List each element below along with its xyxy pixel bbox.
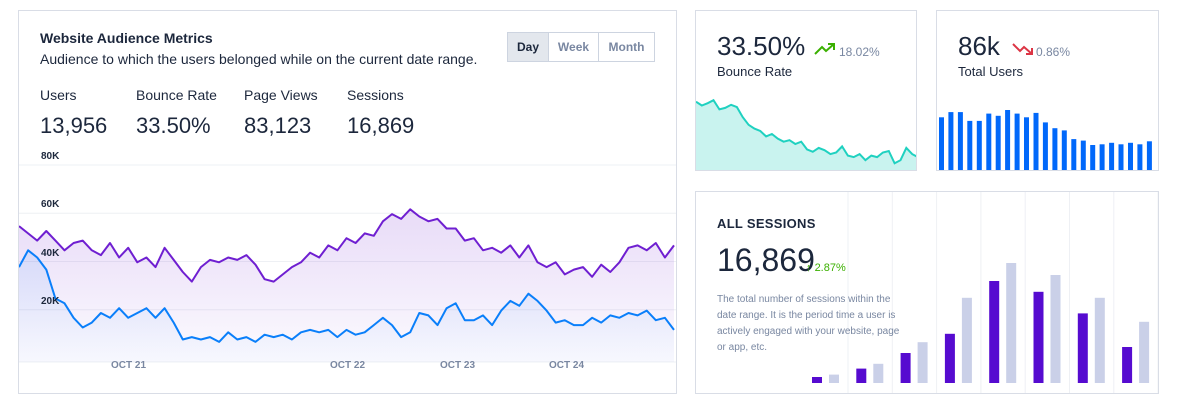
users-bar bbox=[1071, 139, 1077, 170]
audience-chart bbox=[19, 164, 676, 363]
sparkline-area bbox=[696, 100, 916, 170]
period-selector: Day Week Month bbox=[507, 32, 655, 62]
metric-value: 13,956 bbox=[40, 113, 108, 138]
y-tick-label: 60K bbox=[41, 199, 60, 210]
metric-label: Page Views bbox=[244, 87, 318, 103]
metric-label: Bounce Rate bbox=[136, 87, 217, 103]
sessions-bar bbox=[856, 368, 867, 383]
users-bar bbox=[1042, 122, 1048, 170]
y-tick-label: 20K bbox=[41, 296, 60, 307]
sessions-bar bbox=[1077, 313, 1088, 383]
total-users-sparkline bbox=[939, 110, 1152, 170]
sessions-bar bbox=[1006, 263, 1017, 383]
trend-up-icon bbox=[814, 43, 835, 55]
sessions-bar bbox=[1122, 347, 1133, 383]
sessions-bar bbox=[812, 377, 822, 383]
users-bar bbox=[1146, 141, 1152, 170]
users-bar bbox=[1118, 144, 1124, 170]
users-bar bbox=[995, 115, 1001, 170]
kpi-label: Total Users bbox=[958, 64, 1024, 79]
trend-down-icon bbox=[1012, 43, 1033, 55]
sessions-bar bbox=[873, 363, 884, 383]
x-tick-label: OCT 23 bbox=[440, 360, 476, 371]
users-bar bbox=[1099, 144, 1105, 170]
users-bar bbox=[1052, 128, 1058, 170]
users-bar bbox=[1014, 113, 1020, 170]
all-sessions-card: ALL SESSIONS 16,869 ↑ 2.87% The total nu… bbox=[695, 191, 1159, 394]
kpi-value: 86k bbox=[958, 31, 1000, 61]
sessions-bar bbox=[1050, 275, 1061, 383]
period-day-button[interactable]: Day bbox=[508, 33, 548, 61]
sessions-bar bbox=[1094, 297, 1105, 383]
metric-value: 83,123 bbox=[244, 113, 312, 138]
users-bar bbox=[1080, 140, 1086, 170]
users-bar bbox=[1128, 142, 1133, 170]
x-tick-label: OCT 24 bbox=[549, 360, 585, 371]
sessions-bar bbox=[917, 342, 928, 383]
users-bar bbox=[957, 112, 963, 170]
users-bar bbox=[948, 112, 954, 170]
metric-value: 16,869 bbox=[347, 113, 415, 138]
kpi-label: Bounce Rate bbox=[717, 64, 793, 79]
users-bar bbox=[1061, 130, 1067, 170]
metric-label: Sessions bbox=[347, 87, 404, 103]
users-bar bbox=[1137, 144, 1143, 170]
y-tick-label: 40K bbox=[41, 248, 60, 259]
bounce-rate-card: 33.50% 18.02% Bounce Rate bbox=[695, 10, 917, 171]
kpi-delta: 0.86% bbox=[1036, 45, 1071, 59]
sessions-value: 16,869 bbox=[717, 242, 815, 278]
users-bar bbox=[1090, 145, 1096, 170]
y-tick-label: 80K bbox=[41, 151, 60, 162]
users-bar bbox=[1033, 112, 1039, 170]
period-week-button[interactable]: Week bbox=[548, 33, 598, 61]
users-bar bbox=[1024, 117, 1029, 170]
x-tick-label: OCT 21 bbox=[111, 360, 147, 371]
users-bar bbox=[976, 120, 982, 170]
period-month-button[interactable]: Month bbox=[598, 33, 654, 61]
card-title: ALL SESSIONS bbox=[717, 216, 816, 231]
metric-value: 33.50% bbox=[136, 113, 211, 138]
metric-users: Users 13,956 bbox=[40, 87, 107, 139]
sessions-delta-value: 2.87% bbox=[814, 262, 846, 274]
sessions-bar bbox=[944, 333, 955, 383]
sessions-description: The total number of sessions within the … bbox=[717, 294, 900, 353]
metric-sessions: Sessions 16,869 bbox=[347, 87, 414, 139]
audience-metrics-card: Website Audience Metrics Audience to whi… bbox=[18, 10, 677, 394]
x-tick-label: OCT 22 bbox=[330, 360, 366, 371]
sessions-bar bbox=[961, 297, 972, 383]
sessions-bar bbox=[900, 353, 911, 383]
card-title: Website Audience Metrics bbox=[40, 30, 213, 46]
users-bar bbox=[967, 120, 973, 170]
card-subtitle: Audience to which the users belonged whi… bbox=[40, 51, 478, 67]
sessions-bar bbox=[1033, 291, 1044, 383]
users-bar bbox=[939, 117, 944, 170]
total-users-card: 86k 0.86% Total Users bbox=[936, 10, 1159, 171]
bounce-rate-sparkline bbox=[696, 98, 916, 170]
sessions-bar bbox=[989, 281, 1000, 383]
sessions-bar bbox=[1139, 321, 1150, 383]
arrow-up-icon: ↑ bbox=[806, 262, 815, 274]
users-bar bbox=[1109, 142, 1115, 170]
kpi-value: 33.50% bbox=[717, 31, 806, 61]
metric-bounce-rate: Bounce Rate 33.50% bbox=[136, 87, 217, 139]
metric-page-views: Page Views 83,123 bbox=[244, 87, 318, 139]
sessions-bar bbox=[829, 374, 839, 383]
metric-label: Users bbox=[40, 87, 77, 103]
users-bar bbox=[1005, 110, 1011, 170]
users-bar bbox=[986, 113, 992, 170]
sessions-delta: ↑ 2.87% bbox=[806, 262, 846, 274]
kpi-delta: 18.02% bbox=[839, 45, 880, 59]
